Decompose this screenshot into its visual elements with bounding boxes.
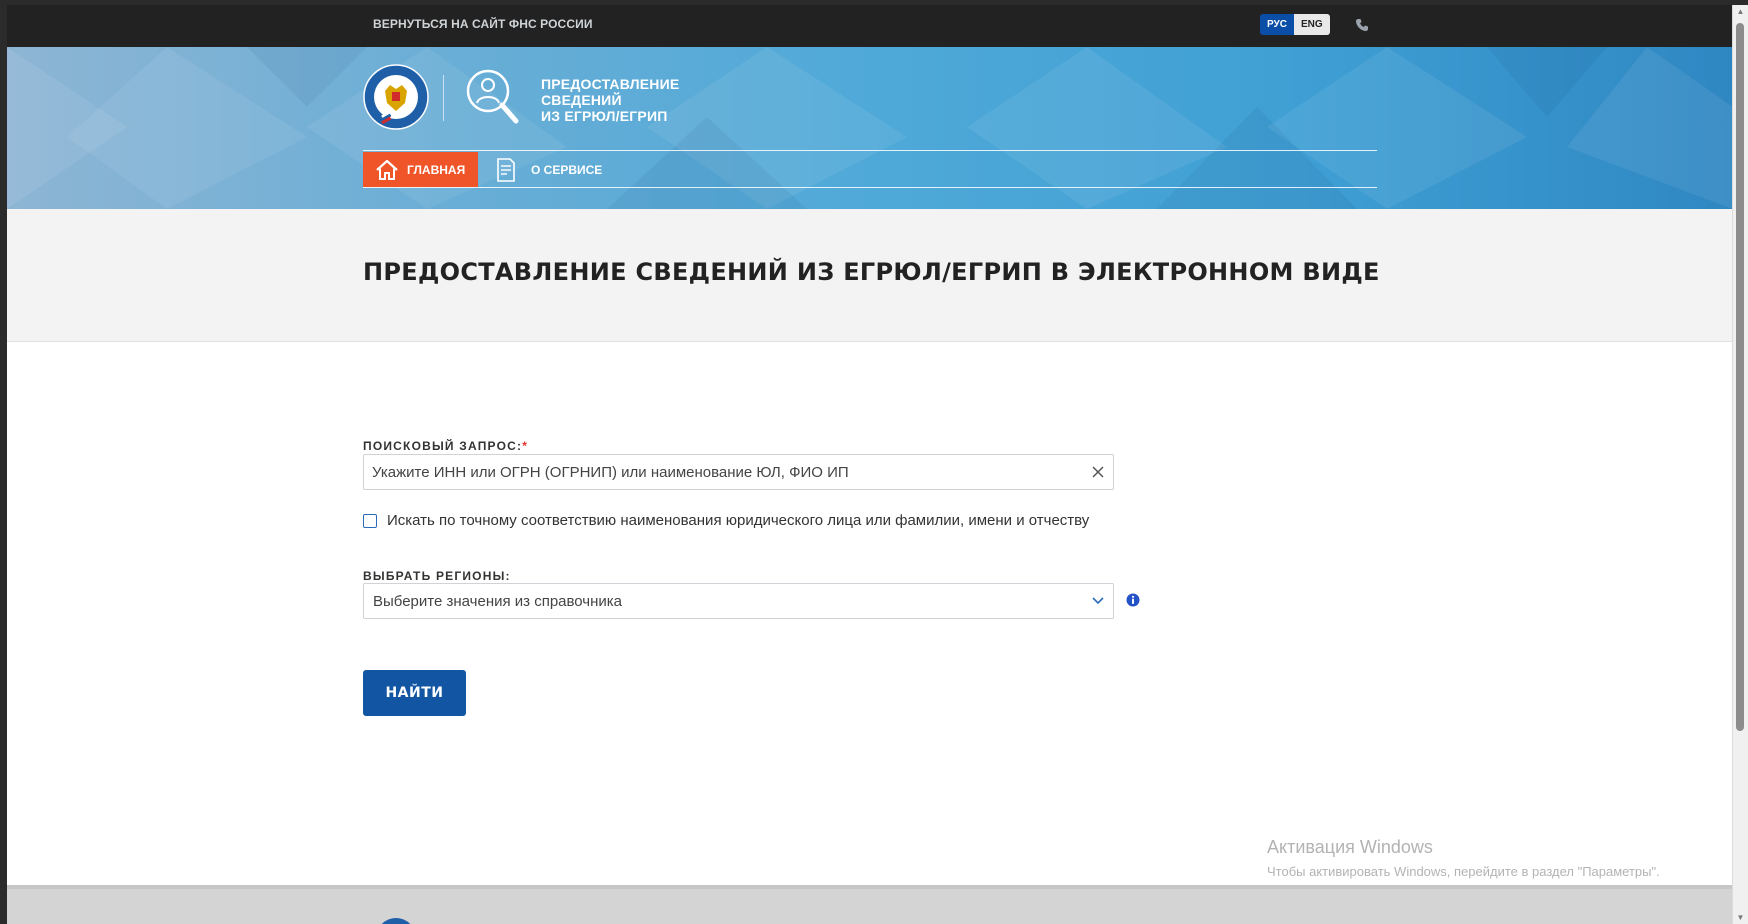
watermark-subtitle: Чтобы активировать Windows, перейдите в …: [1267, 864, 1660, 879]
exact-match-label[interactable]: Искать по точному соответствию наименова…: [387, 512, 1089, 529]
region-select-placeholder: Выберите значения из справочника: [373, 593, 623, 610]
browser-viewport: ВЕРНУТЬСЯ НА САЙТ ФНС РОССИИ РУС ENG ПРЕ…: [7, 5, 1733, 924]
service-search-icon: [466, 69, 519, 124]
site-footer: [7, 885, 1733, 924]
top-bar: ВЕРНУТЬСЯ НА САЙТ ФНС РОССИИ РУС ENG: [7, 5, 1733, 47]
exact-match-row: Искать по точному соответствию наименова…: [363, 512, 1089, 529]
windows-activation-watermark: Активация Windows Чтобы активировать Win…: [1267, 837, 1660, 879]
service-title-line-2: СВЕДЕНИЙ: [541, 92, 622, 108]
search-input[interactable]: [364, 455, 1080, 489]
service-title-line-3: ИЗ ЕГРЮЛ/ЕГРИП: [541, 108, 668, 124]
phone-icon[interactable]: [1354, 17, 1370, 33]
nav-about-tab[interactable]: О СЕРВИСЕ: [495, 152, 602, 187]
footer-emblem-logo: [381, 918, 411, 924]
scrollbar-thumb[interactable]: [1736, 23, 1744, 731]
watermark-title: Активация Windows: [1267, 837, 1433, 857]
lang-ru-button[interactable]: РУС: [1260, 14, 1294, 35]
header-pattern: [7, 47, 1733, 209]
nav-home-tab[interactable]: ГЛАВНАЯ: [363, 152, 478, 187]
page-title: ПРЕДОСТАВЛЕНИЕ СВЕДЕНИЙ ИЗ ЕГРЮЛ/ЕГРИП В…: [363, 258, 1380, 286]
back-to-fns-link[interactable]: ВЕРНУТЬСЯ НА САЙТ ФНС РОССИИ: [373, 17, 593, 31]
nav-divider-bottom: [363, 187, 1377, 188]
region-label: ВЫБРАТЬ РЕГИОНЫ:: [363, 569, 511, 583]
title-band: ПРЕДОСТАВЛЕНИЕ СВЕДЕНИЙ ИЗ ЕГРЮЛ/ЕГРИП В…: [7, 209, 1733, 342]
scroll-up-arrow-icon[interactable]: ▲: [1736, 7, 1745, 16]
site-header: ПРЕДОСТАВЛЕНИЕ СВЕДЕНИЙ ИЗ ЕГРЮЛ/ЕГРИП Г…: [7, 47, 1733, 209]
search-label-text: ПОИСКОВЫЙ ЗАПРОС:: [363, 439, 523, 453]
language-switcher: РУС ENG: [1260, 14, 1330, 35]
info-icon[interactable]: [1126, 593, 1140, 607]
service-title-line-1: ПРЕДОСТАВЛЕНИЕ: [541, 76, 680, 92]
chevron-down-icon[interactable]: [1091, 596, 1105, 606]
search-label: ПОИСКОВЫЙ ЗАПРОС:*: [363, 439, 528, 453]
nav-divider-top: [363, 150, 1377, 151]
header-separator: [443, 75, 444, 121]
exact-match-checkbox[interactable]: [363, 513, 377, 528]
search-field[interactable]: [363, 454, 1114, 490]
scroll-down-arrow-icon[interactable]: ▼: [1736, 913, 1745, 922]
home-icon: [376, 159, 398, 180]
required-mark: *: [522, 439, 529, 453]
page-scrollbar[interactable]: ▲ ▼: [1732, 5, 1748, 924]
clear-icon[interactable]: [1091, 465, 1105, 479]
lang-en-button[interactable]: ENG: [1293, 14, 1330, 35]
nav-about-label: О СЕРВИСЕ: [531, 162, 603, 177]
nav-home-label: ГЛАВНАЯ: [407, 162, 466, 177]
fns-emblem-logo[interactable]: [363, 61, 429, 133]
find-button[interactable]: НАЙТИ: [363, 670, 466, 716]
service-title[interactable]: ПРЕДОСТАВЛЕНИЕ СВЕДЕНИЙ ИЗ ЕГРЮЛ/ЕГРИП: [541, 76, 679, 124]
document-icon: [497, 157, 515, 182]
region-select[interactable]: Выберите значения из справочника: [363, 583, 1114, 619]
